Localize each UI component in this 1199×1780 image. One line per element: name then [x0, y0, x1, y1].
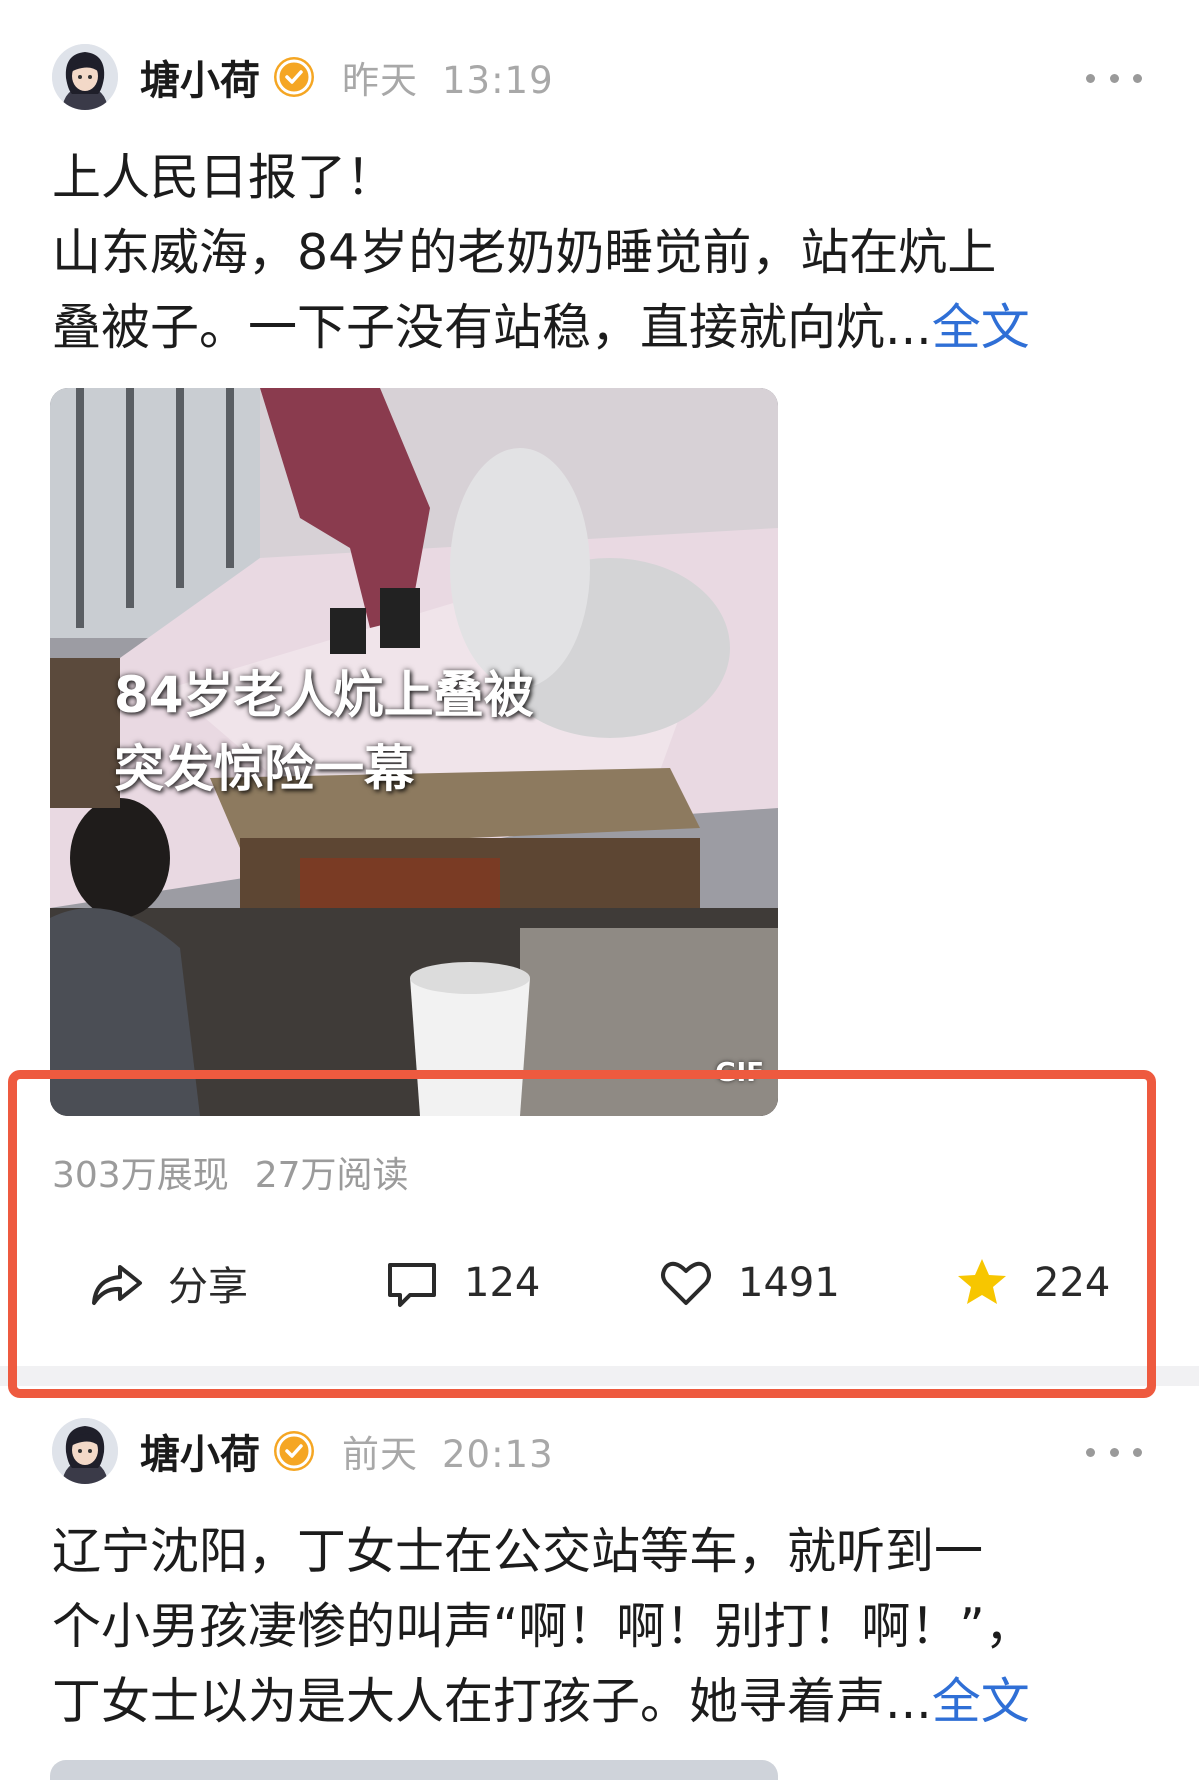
post-day: 前天 [342, 1433, 418, 1476]
overlay-line: 突发惊险一幕 [114, 740, 414, 798]
post-body: 辽宁沈阳，丁女士在公交站等车，就听到一 个小男孩凄惨的叫声“啊！啊！别打！啊！”… [52, 1514, 1152, 1739]
next-post-media[interactable] [50, 1760, 778, 1780]
overlay-line: 84岁老人炕上叠被 [114, 666, 534, 724]
post-line: 丁女士以为是大人在打孩子。她寻着声...全文 [52, 1664, 1152, 1739]
post-line: 山东威海，84岁的老奶奶睡觉前，站在炕上 [52, 224, 997, 281]
highlight-annotation [8, 1070, 1156, 1398]
post-body: 上人民日报了！ 山东威海，84岁的老奶奶睡觉前，站在炕上 叠被子。一下子没有站稳… [52, 140, 1152, 365]
post-line-text: 丁女士以为是大人在打孩子。她寻着声... [52, 1673, 932, 1730]
verified-icon [274, 57, 314, 97]
author-name[interactable]: 塘小荷 [140, 48, 260, 106]
post-time: 昨天 13:19 [342, 50, 554, 104]
post-line: 辽宁沈阳，丁女士在公交站等车，就听到一 [52, 1523, 984, 1580]
full-text-link[interactable]: 全文 [932, 1673, 1030, 1730]
post-line-text: 叠被子。一下子没有站稳，直接就向炕... [52, 299, 932, 356]
post-line: 叠被子。一下子没有站稳，直接就向炕...全文 [52, 290, 1152, 365]
post-clock: 20:13 [442, 1433, 554, 1476]
post-day: 昨天 [342, 59, 418, 102]
post-media[interactable]: 84岁老人炕上叠被 突发惊险一幕 GIF [50, 388, 778, 1116]
more-icon[interactable] [1086, 1432, 1142, 1472]
verified-icon [274, 1431, 314, 1471]
post-time: 前天 20:13 [342, 1424, 554, 1478]
post-header: 塘小荷 前天 20:13 [52, 1418, 1152, 1484]
media-overlay-title: 84岁老人炕上叠被 突发惊险一幕 [114, 658, 534, 806]
full-text-link[interactable]: 全文 [932, 299, 1030, 356]
feed: 塘小荷 昨天 13:19 上人民日报了！ 山东威海，84岁的老奶奶睡觉前，站在炕上… [0, 0, 1199, 1780]
post-line: 个小男孩凄惨的叫声“啊！啊！别打！啊！”， [52, 1598, 1034, 1655]
post-header: 塘小荷 昨天 13:19 [52, 44, 1152, 110]
avatar[interactable] [52, 1418, 118, 1484]
author-name[interactable]: 塘小荷 [140, 1422, 260, 1480]
more-icon[interactable] [1086, 58, 1142, 98]
post-clock: 13:19 [442, 59, 554, 102]
avatar[interactable] [52, 44, 118, 110]
post-line: 上人民日报了！ [52, 149, 396, 206]
